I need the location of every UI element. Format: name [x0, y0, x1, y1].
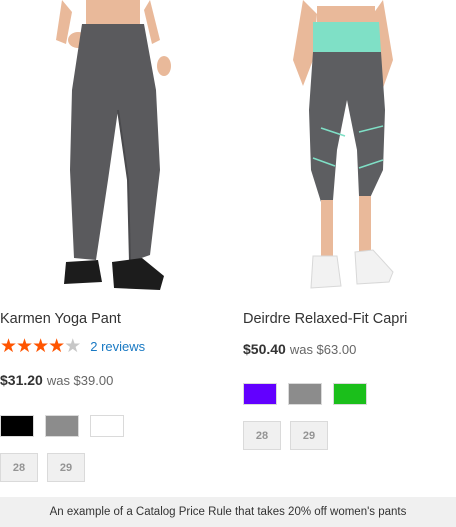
final-price: $50.40 [243, 341, 286, 357]
star-icon: ★ [16, 336, 33, 357]
price-row: $31.20 was $39.00 [0, 372, 113, 388]
product-name[interactable]: Karmen Yoga Pant [0, 311, 121, 327]
rating-stars: ★ ★ ★ ★ ★ [0, 336, 81, 357]
size-option-29[interactable]: 29 [47, 453, 85, 482]
star-empty-icon: ★ [64, 336, 81, 357]
size-options: 28 29 [243, 421, 337, 450]
color-swatch-green[interactable] [333, 383, 367, 405]
caption-bar: An example of a Catalog Price Rule that … [0, 497, 456, 527]
color-swatch-gray[interactable] [288, 383, 322, 405]
star-icon: ★ [48, 336, 65, 357]
figure-caption: An example of a Catalog Price Rule that … [49, 506, 407, 518]
color-swatch-white[interactable] [90, 415, 124, 437]
product-name[interactable]: Deirdre Relaxed-Fit Capri [243, 311, 407, 327]
old-price: was $39.00 [46, 373, 114, 388]
star-icon: ★ [32, 336, 49, 357]
star-icon: ★ [0, 336, 17, 357]
size-options: 28 29 [0, 453, 94, 482]
size-option-28[interactable]: 28 [0, 453, 38, 482]
color-swatch-black[interactable] [0, 415, 34, 437]
color-swatches [243, 383, 378, 405]
old-price: was $63.00 [289, 342, 357, 357]
color-swatches [0, 415, 135, 437]
reviews-link[interactable]: 2 reviews [90, 339, 145, 354]
price-row: $50.40 was $63.00 [243, 341, 356, 357]
color-swatch-purple[interactable] [243, 383, 277, 405]
size-option-28[interactable]: 28 [243, 421, 281, 450]
final-price: $31.20 [0, 372, 43, 388]
pants-photo [0, 0, 200, 300]
capri-photo [233, 0, 433, 300]
color-swatch-gray[interactable] [45, 415, 79, 437]
product-image-karmen[interactable] [0, 0, 200, 300]
product-image-deirdre[interactable] [233, 0, 433, 300]
product-rating: ★ ★ ★ ★ ★ 2 reviews [0, 337, 145, 356]
size-option-29[interactable]: 29 [290, 421, 328, 450]
